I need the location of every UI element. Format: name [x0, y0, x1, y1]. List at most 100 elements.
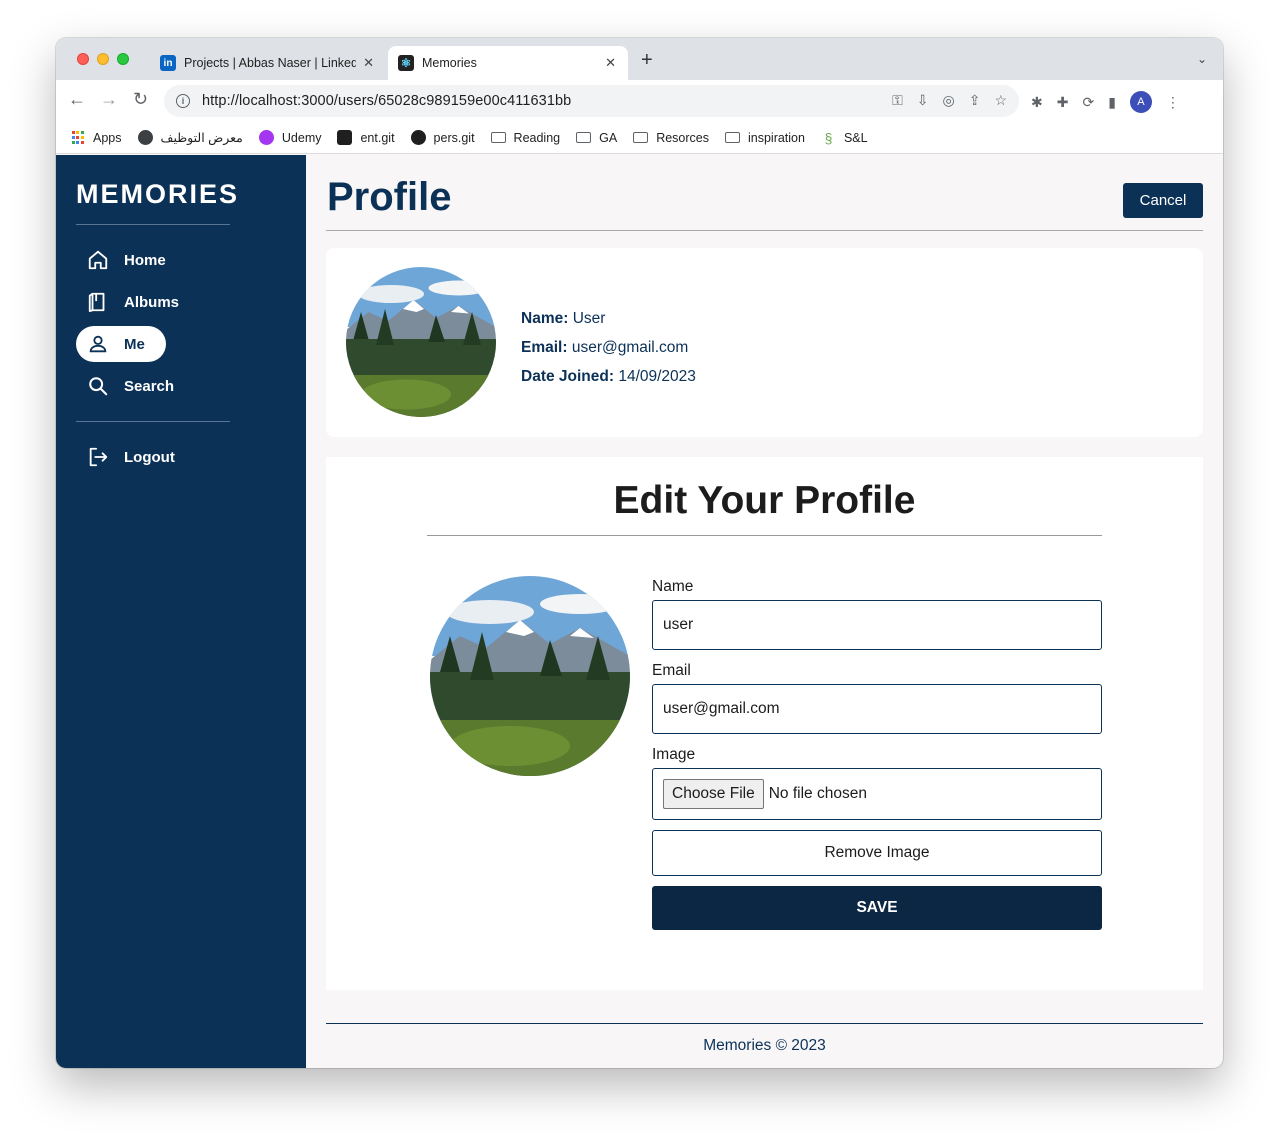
page-title: Profile [327, 175, 452, 219]
logout-button[interactable]: Logout [76, 439, 175, 475]
extensions-bar: ✱ ✚ ⟳ ▮ A ⋮ [1031, 91, 1180, 113]
tab-linkedin[interactable]: in Projects | Abbas Naser | LinkedIn ✕ [152, 46, 386, 80]
divider [427, 535, 1102, 536]
bookmark-reading[interactable]: Reading [490, 130, 561, 145]
tab-strip: in Projects | Abbas Naser | LinkedIn ✕ ⚛… [56, 38, 1223, 80]
bookmark-label: Resorces [656, 130, 709, 145]
refresh-extension-icon[interactable]: ⟳ [1082, 94, 1094, 111]
bookmarks-bar: Apps معرض التوظيف Udemy ent.git pers.git… [56, 122, 1223, 154]
logout-icon [86, 445, 110, 469]
albums-icon [86, 290, 110, 314]
bookmark-resorces[interactable]: Resorces [633, 131, 709, 145]
name-value: User [572, 310, 606, 327]
sidebar-item-home[interactable]: Home [76, 242, 166, 278]
sidebar-item-label: Search [124, 377, 175, 395]
email-field-label: Email [652, 662, 691, 679]
home-icon [86, 248, 110, 272]
folder-icon [576, 131, 592, 144]
info-icon[interactable]: i [176, 94, 190, 108]
bookmark-apps[interactable]: Apps [70, 131, 122, 145]
main-content: Profile Cancel Name: User Email: user@gm… [306, 155, 1223, 1068]
profile-avatar[interactable]: A [1129, 91, 1152, 113]
sidepanel-icon[interactable]: ▮ [1108, 94, 1116, 111]
browser-toolbar: ← → ↻ i http://localhost:3000/users/6502… [56, 80, 1223, 122]
email-label: Email: [521, 339, 568, 356]
share-icon[interactable]: ⇪ [969, 92, 981, 109]
snake-icon: § [824, 129, 833, 146]
name-field-label: Name [652, 578, 694, 595]
folder-icon [724, 131, 740, 144]
save-button[interactable]: SAVE [652, 886, 1102, 930]
brand-logo[interactable]: MEMORIES [76, 179, 239, 210]
install-icon[interactable]: ⇩ [917, 92, 929, 109]
bookmark-label: GA [599, 130, 618, 145]
close-icon[interactable]: ✕ [605, 55, 616, 71]
bookmark-pers-git[interactable]: pers.git [410, 130, 475, 145]
close-icon[interactable]: ✕ [363, 55, 374, 71]
sidebar-item-search[interactable]: Search [76, 368, 174, 404]
browser-window: in Projects | Abbas Naser | LinkedIn ✕ ⚛… [56, 38, 1223, 1068]
linkedin-icon: in [160, 55, 176, 71]
name-field[interactable]: user [652, 600, 1102, 650]
tab-title: Projects | Abbas Naser | LinkedIn [184, 56, 356, 70]
address-bar[interactable]: i http://localhost:3000/users/65028c9891… [164, 85, 1019, 117]
sidebar-item-me[interactable]: Me [76, 326, 166, 362]
cancel-button[interactable]: Cancel [1123, 183, 1203, 218]
profile-photo [346, 267, 496, 417]
puzzle-icon[interactable]: ✚ [1057, 94, 1069, 111]
key-icon[interactable]: ⚿ [892, 92, 903, 109]
back-button[interactable]: ← [68, 90, 86, 108]
bookmark-ent-git[interactable]: ent.git [337, 130, 395, 145]
url-text[interactable]: http://localhost:3000/users/65028c989159… [202, 93, 571, 109]
profile-card: Name: User Email: user@gmail.com Date Jo… [326, 248, 1203, 437]
github-icon [410, 130, 426, 145]
bookmark-inspiration[interactable]: inspiration [724, 131, 805, 145]
bookmark-label: Reading [513, 130, 561, 145]
tab-memories[interactable]: ⚛ Memories ✕ [388, 46, 628, 80]
bookmark-udemy[interactable]: Udemy [258, 130, 322, 145]
minimize-window-button[interactable] [97, 53, 109, 65]
choose-file-button[interactable]: Choose File [663, 779, 764, 809]
star-icon[interactable]: ☆ [994, 92, 1007, 109]
date-joined-value: 14/09/2023 [618, 368, 696, 385]
edit-profile-form: Edit Your Profile Name user Email user@g… [326, 457, 1203, 990]
profile-details: Name: User Email: user@gmail.com Date Jo… [521, 304, 696, 391]
edit-title: Edit Your Profile [613, 479, 916, 522]
reload-button[interactable]: ↻ [133, 90, 148, 108]
globe-icon [137, 130, 153, 145]
maximize-window-button[interactable] [117, 53, 129, 65]
bookmark-label: S&L [843, 130, 868, 145]
bookmark-job-fair[interactable]: معرض التوظيف [137, 130, 243, 145]
forward-button[interactable]: → [100, 90, 118, 108]
email-field[interactable]: user@gmail.com [652, 684, 1102, 734]
remove-image-button[interactable]: Remove Image [652, 830, 1102, 876]
close-window-button[interactable] [77, 53, 89, 65]
sidebar-item-albums[interactable]: Albums [76, 284, 179, 320]
new-tab-button[interactable]: + [641, 50, 653, 70]
image-file-input[interactable]: Choose File No file chosen [652, 768, 1102, 820]
sidebar-item-label: Albums [124, 293, 180, 311]
app-root: MEMORIES Home Albums Me Search Logout Pr… [56, 155, 1223, 1068]
folder-icon [633, 131, 649, 144]
eye-off-icon[interactable]: ◎ [942, 92, 954, 109]
bookmark-snl[interactable]: § S&L [821, 129, 868, 146]
tab-title: Memories [422, 56, 477, 70]
more-menu-icon[interactable]: ⋮ [1166, 94, 1180, 111]
profile-name-row: Name: User [521, 304, 696, 333]
file-status-text: No file chosen [768, 785, 867, 802]
omnibox-actions: ⚿ ⇩ ◎ ⇪ ☆ [892, 92, 1007, 109]
bookmark-label: Apps [93, 130, 122, 145]
bookmark-ga[interactable]: GA [576, 131, 617, 145]
footer-text: Memories © 2023 [703, 1037, 826, 1054]
bug-icon[interactable]: ✱ [1031, 94, 1043, 111]
bookmark-label: ent.git [360, 130, 395, 145]
divider [76, 224, 230, 225]
sidebar: MEMORIES Home Albums Me Search Logout [56, 155, 306, 1068]
name-label: Name: [521, 310, 569, 327]
folder-icon [490, 131, 506, 144]
user-icon [86, 332, 110, 356]
chevron-down-icon[interactable]: ⌄ [1197, 52, 1207, 66]
divider [76, 421, 230, 422]
sidebar-item-label: Me [124, 335, 145, 353]
bookmark-label: Udemy [281, 130, 322, 145]
